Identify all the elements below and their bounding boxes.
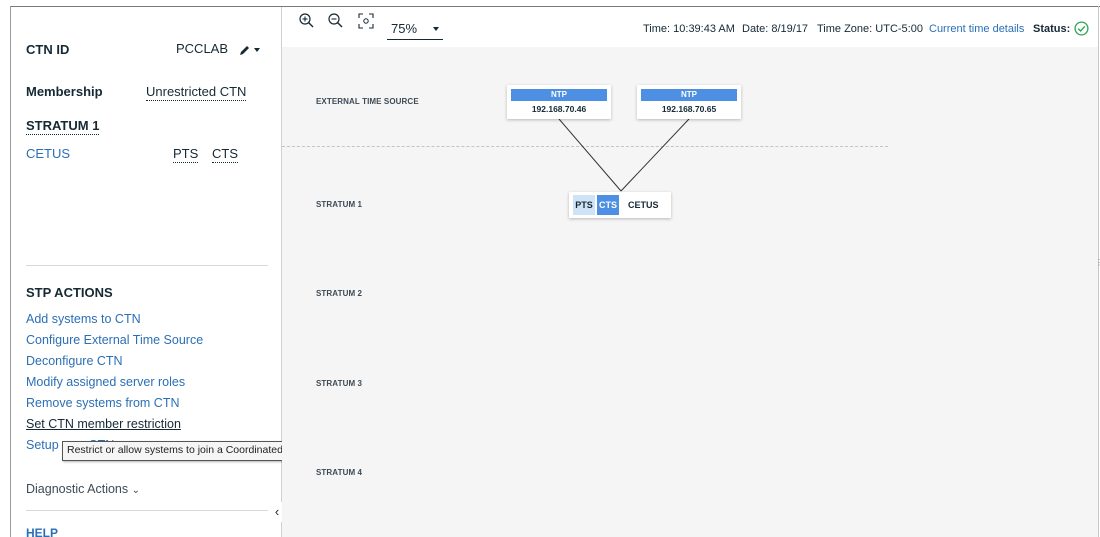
layer-label-stratum1: STRATUM 1 bbox=[316, 200, 363, 209]
chevron-left-icon: ‹ bbox=[274, 504, 280, 519]
system-link-cetus[interactable]: CETUS bbox=[26, 146, 70, 161]
system-node-cetus[interactable]: PTS CTS CETUS bbox=[569, 192, 671, 218]
ntp-server-node[interactable]: NTP 192.168.70.46 bbox=[507, 85, 611, 119]
system-node-name: CETUS bbox=[628, 200, 659, 210]
status-label: Status: bbox=[1033, 23, 1071, 35]
pts-role-tag: PTS bbox=[573, 195, 595, 215]
diagnostic-actions-toggle[interactable]: Diagnostic Actions ⌄ bbox=[26, 482, 140, 496]
edit-icon[interactable] bbox=[238, 43, 262, 57]
ctn-id-value: PCCLAB bbox=[176, 41, 229, 56]
right-border bbox=[1098, 6, 1099, 537]
help-heading[interactable]: HELP bbox=[26, 526, 58, 537]
ctn-id-label: CTN ID bbox=[26, 42, 70, 57]
layer-label-external: EXTERNAL TIME SOURCE bbox=[316, 97, 419, 106]
layer-label-stratum4: STRATUM 4 bbox=[316, 468, 363, 477]
zoom-level-select[interactable]: 75% bbox=[387, 18, 443, 40]
ntp-ip-address: 192.168.70.65 bbox=[661, 104, 717, 114]
diagnostic-actions-label: Diagnostic Actions bbox=[26, 482, 129, 496]
ntp-type-label: NTP bbox=[511, 89, 607, 101]
stratum1-heading: STRATUM 1 bbox=[26, 118, 100, 135]
ntp-type-label: NTP bbox=[641, 89, 737, 101]
time-zone: Time Zone: UTC-5:00 bbox=[817, 23, 923, 35]
action-set-member-restriction[interactable]: Set CTN member restriction bbox=[26, 417, 181, 431]
action-configure-ets[interactable]: Configure External Time Source bbox=[26, 333, 203, 347]
current-date: Date: 8/19/17 bbox=[742, 23, 809, 35]
membership-label: Membership bbox=[26, 84, 103, 99]
layer-label-stratum2: STRATUM 2 bbox=[316, 289, 363, 298]
layer-label-stratum3: STRATUM 3 bbox=[316, 379, 363, 388]
status-ok-icon bbox=[1074, 21, 1089, 36]
help-divider bbox=[26, 510, 268, 511]
cts-role-tag: CTS bbox=[597, 195, 619, 215]
zoom-level-value: 75% bbox=[391, 21, 418, 36]
current-time-details-link[interactable]: Current time details bbox=[929, 23, 1024, 35]
action-remove-systems[interactable]: Remove systems from CTN bbox=[26, 396, 180, 410]
ntp-server-node[interactable]: NTP 192.168.70.65 bbox=[637, 85, 741, 119]
fit-to-screen-icon[interactable] bbox=[357, 12, 375, 30]
zoom-out-icon[interactable] bbox=[327, 12, 345, 30]
chevron-down-icon: ⌄ bbox=[131, 485, 141, 496]
zoom-in-icon[interactable] bbox=[298, 12, 316, 30]
role-pts[interactable]: PTS bbox=[173, 146, 199, 163]
ntp-ip-address: 192.168.70.46 bbox=[531, 104, 587, 114]
action-add-systems[interactable]: Add systems to CTN bbox=[26, 312, 141, 326]
membership-value[interactable]: Unrestricted CTN bbox=[146, 84, 247, 101]
stp-actions-heading: STP ACTIONS bbox=[26, 285, 113, 300]
current-time: Time: 10:39:43 AM bbox=[643, 23, 735, 35]
resize-handle[interactable]: ⋮ bbox=[1095, 258, 1100, 267]
role-cts[interactable]: CTS bbox=[212, 146, 238, 163]
caret-down-icon bbox=[433, 27, 439, 31]
action-modify-roles[interactable]: Modify assigned server roles bbox=[26, 375, 185, 389]
action-deconfigure-ctn[interactable]: Deconfigure CTN bbox=[26, 354, 123, 368]
external-source-separator bbox=[282, 146, 888, 147]
section-divider bbox=[26, 265, 268, 266]
